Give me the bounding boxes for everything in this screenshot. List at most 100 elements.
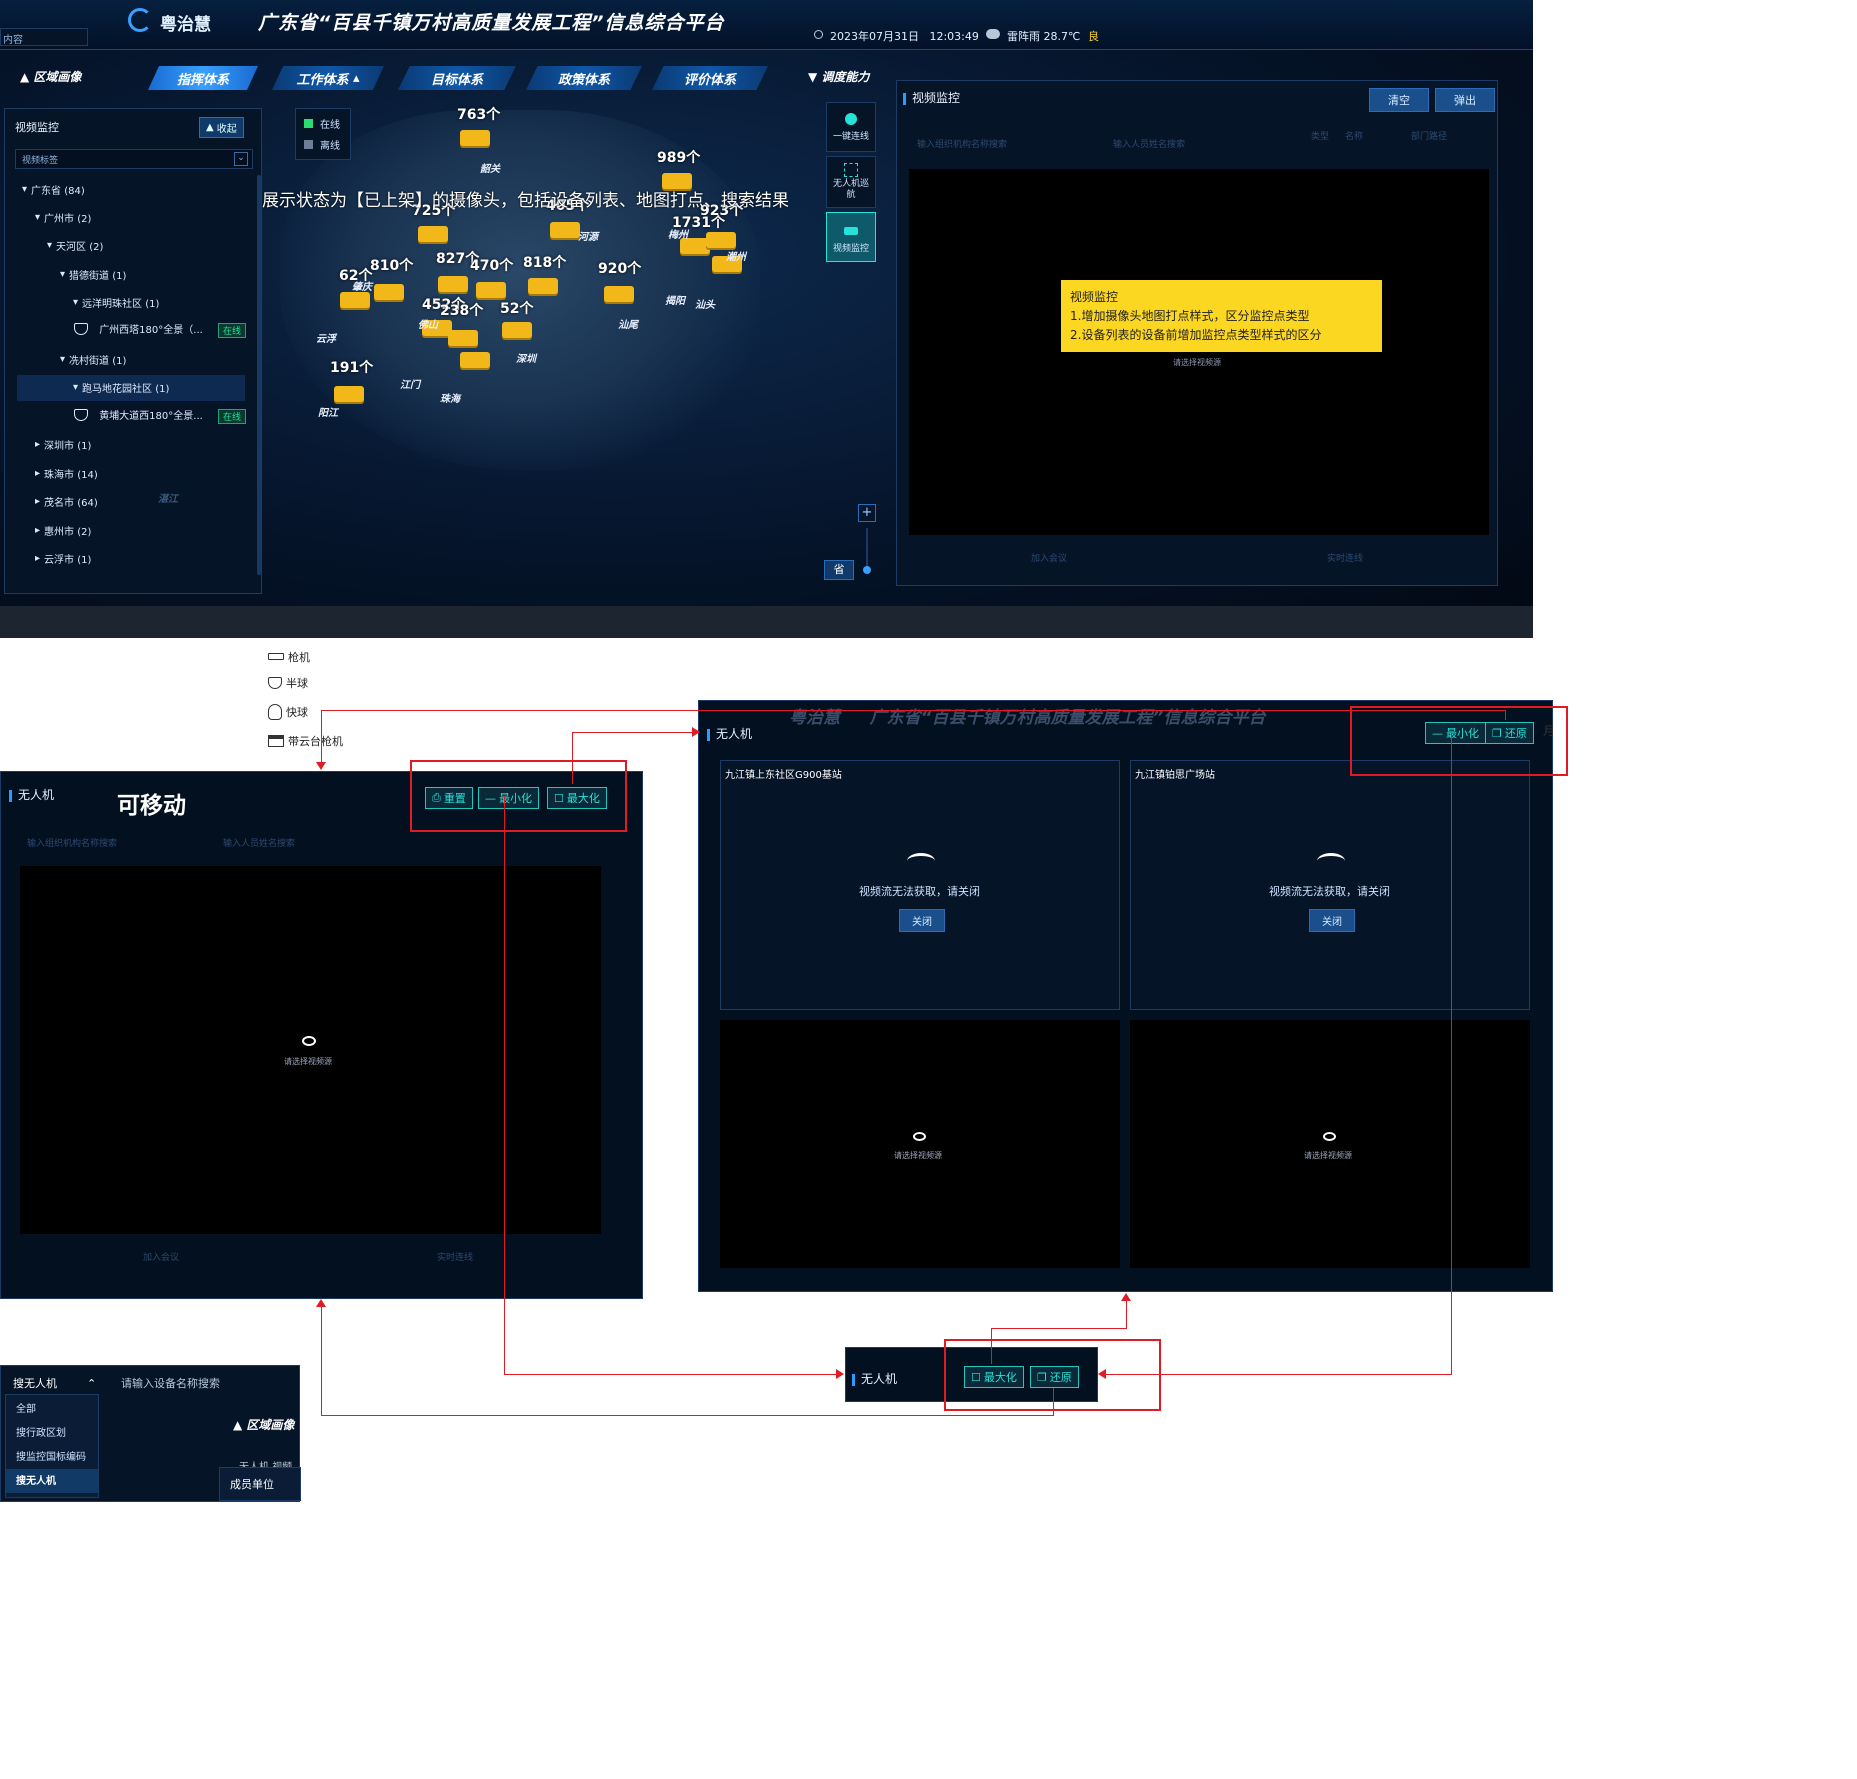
tree-node[interactable]: ▾ 天河区 (2) bbox=[47, 238, 103, 253]
search-option[interactable]: 全部 bbox=[16, 1400, 36, 1415]
tree-label: 茂名市 (64) bbox=[44, 498, 98, 509]
city-label: 江门 bbox=[400, 380, 420, 391]
flow-line bbox=[321, 710, 1506, 711]
tree-node[interactable]: ▸ 珠海市 (14) bbox=[35, 466, 98, 481]
camera-marker[interactable] bbox=[502, 322, 532, 338]
highlight-box bbox=[410, 760, 627, 832]
ghost-logo: 粤治慧 bbox=[789, 708, 840, 728]
join-meeting-button[interactable]: 加入会议 bbox=[143, 1250, 179, 1263]
tree-node[interactable]: ▾ 广东省 (84) bbox=[22, 182, 85, 197]
camera-marker[interactable] bbox=[460, 352, 490, 368]
member-unit-button[interactable]: 成员单位 bbox=[219, 1467, 301, 1501]
tree-label: 惠州市 (2) bbox=[44, 527, 92, 538]
video-monitor-button[interactable]: 视频监控 bbox=[826, 212, 876, 262]
collapse-button[interactable]: ▲ 收起 bbox=[199, 117, 244, 138]
page-title: 广东省“百县千镇万村高质量发展工程”信息综合平台 bbox=[258, 12, 725, 34]
search-type-label: 搜无人机 bbox=[13, 1377, 57, 1390]
close-stream-button[interactable]: 关闭 bbox=[899, 909, 945, 932]
nav-left[interactable]: ▲ 区域画像 bbox=[20, 68, 81, 85]
tree-scrollbar[interactable] bbox=[257, 175, 261, 575]
search-type-select[interactable]: 搜无人机 ⌃ bbox=[13, 1375, 96, 1391]
legend-half: 半球 bbox=[268, 669, 343, 697]
join-meeting-button[interactable]: 加入会议 bbox=[1031, 551, 1067, 564]
tab-policy-label: 政策体系 bbox=[557, 72, 610, 88]
drone-patrol-button[interactable]: 无人机巡航 bbox=[826, 156, 876, 208]
video-tile[interactable]: 请选择视频源 bbox=[1130, 1020, 1530, 1268]
flow-line bbox=[1106, 1374, 1452, 1375]
flow-line bbox=[321, 1306, 322, 1416]
flow-arrow bbox=[316, 1299, 326, 1307]
region-tab-label: 区域画像 bbox=[246, 1418, 295, 1432]
chevron-down-icon: ⌄ bbox=[234, 152, 248, 166]
camera-marker[interactable] bbox=[438, 276, 468, 292]
tab-goal[interactable]: 目标体系 bbox=[398, 66, 516, 90]
zoom-in-button[interactable]: + bbox=[858, 504, 876, 522]
tab-work[interactable]: 工作体系 ▴ bbox=[272, 66, 384, 90]
tree-node[interactable]: ▸ 惠州市 (2) bbox=[35, 523, 91, 538]
left-search-input[interactable]: 内容 bbox=[0, 28, 88, 46]
tree-node[interactable]: ▾ 广州市 (2) bbox=[35, 210, 91, 225]
camera-marker[interactable] bbox=[706, 232, 736, 248]
camera-type-legend: 枪机 半球 快球 带云台枪机 bbox=[268, 644, 343, 755]
tree-device[interactable]: 黄埔大道西180°全景... bbox=[74, 407, 203, 422]
camera-marker[interactable] bbox=[340, 292, 370, 308]
tree-node[interactable]: ▾ 猎德街道 (1) bbox=[60, 267, 126, 282]
camera-marker[interactable] bbox=[334, 386, 364, 402]
header-bar bbox=[0, 0, 1533, 50]
map-count: 238个 bbox=[440, 303, 484, 319]
search-option[interactable]: 搜行政区划 bbox=[16, 1424, 66, 1439]
video-tile[interactable]: 请选择视频源 bbox=[720, 1020, 1120, 1268]
org-search-input[interactable]: 输入组织机构名称搜索 bbox=[917, 137, 1007, 150]
realtime-button[interactable]: 实时连线 bbox=[437, 1250, 473, 1263]
tree-node[interactable]: ▾ 跑马地花园社区 (1) bbox=[73, 380, 169, 395]
tree-node[interactable]: ▸ 深圳市 (1) bbox=[35, 437, 91, 452]
wifi-off-icon bbox=[907, 853, 935, 869]
flow-line bbox=[572, 732, 573, 784]
camera-marker[interactable] bbox=[604, 286, 634, 302]
camera-marker[interactable] bbox=[374, 284, 404, 300]
tab-eval[interactable]: 评价体系 bbox=[652, 66, 768, 90]
logo-text: 粤治慧 bbox=[160, 15, 211, 35]
camera-marker[interactable] bbox=[550, 222, 580, 238]
maximized-drone-panel[interactable]: 粤治慧 广东省“百县千镇万村高质量发展工程”信息综合平台 无人机 — 最小化 ❐ 还… bbox=[698, 700, 1553, 1292]
popup-button[interactable]: 弹出 bbox=[1435, 88, 1495, 112]
org-search-input[interactable]: 输入组织机构名称搜索 bbox=[27, 836, 117, 849]
person-search-input[interactable]: 输入人员姓名搜索 bbox=[1113, 137, 1185, 150]
tree-node[interactable]: ▸ 云浮市 (1) bbox=[35, 551, 91, 566]
realtime-button[interactable]: 实时连线 bbox=[1327, 551, 1363, 564]
tab-command[interactable]: 指挥体系 bbox=[148, 66, 258, 90]
search-option[interactable]: 搜监控国标编码 bbox=[16, 1448, 86, 1463]
video-tile[interactable]: 九江镇上东社区G900基站 视频流无法获取，请关闭 关闭 bbox=[720, 760, 1120, 1010]
floating-drone-panel[interactable]: 无人机 可移动 ⎙ 重置 — 最小化 ☐ 最大化 输入组织机构名称搜索 输入人员姓名搜… bbox=[0, 771, 643, 1299]
region-tab[interactable]: ▲ 区域画像 bbox=[233, 1416, 294, 1433]
filter-select[interactable]: 视频标签 ⌄ bbox=[15, 149, 253, 169]
tab-policy[interactable]: 政策体系 bbox=[526, 66, 642, 90]
collapse-label: 收起 bbox=[216, 124, 237, 135]
clear-button[interactable]: 清空 bbox=[1369, 88, 1429, 112]
zoom-handle[interactable] bbox=[863, 566, 871, 574]
camera-marker[interactable] bbox=[448, 330, 478, 346]
float-panel-title: 无人机 bbox=[9, 786, 54, 803]
camera-marker[interactable] bbox=[418, 226, 448, 242]
tree-node[interactable]: ▾ 远洋明珠社区 (1) bbox=[73, 295, 159, 310]
flow-line bbox=[1126, 1300, 1127, 1329]
camera-marker[interactable] bbox=[528, 278, 558, 294]
city-label: 珠海 bbox=[440, 394, 460, 405]
video-monitor-label: 视频监控 bbox=[832, 244, 869, 254]
tree-node[interactable]: ▾ 冼村街道 (1) bbox=[60, 352, 126, 367]
nav-right[interactable]: ▼ 调度能力 bbox=[808, 68, 869, 85]
video-tile[interactable]: 九江镇铂思广场站 视频流无法获取，请关闭 关闭 bbox=[1130, 760, 1530, 1010]
close-stream-button[interactable]: 关闭 bbox=[1309, 909, 1355, 932]
video-player[interactable]: 请选择视频源 bbox=[20, 866, 601, 1234]
camera-marker[interactable] bbox=[476, 282, 506, 298]
tree-device[interactable]: 广州西塔180°全景（... bbox=[74, 321, 203, 336]
camera-marker[interactable] bbox=[460, 130, 490, 146]
tree-node[interactable]: ▸ 茂名市 (64) bbox=[35, 494, 98, 509]
device-search-input[interactable]: 请输入设备名称搜索 bbox=[121, 1375, 220, 1391]
video-player[interactable]: 请选择视频源 bbox=[909, 169, 1489, 535]
person-search-input[interactable]: 输入人员姓名搜索 bbox=[223, 836, 295, 849]
search-option-selected[interactable]: 搜无人机 bbox=[6, 1469, 98, 1493]
one-click-connect-button[interactable]: 一键连线 bbox=[826, 102, 876, 152]
filter-label: 视频标签 bbox=[22, 156, 59, 166]
province-button[interactable]: 省 bbox=[824, 560, 854, 580]
